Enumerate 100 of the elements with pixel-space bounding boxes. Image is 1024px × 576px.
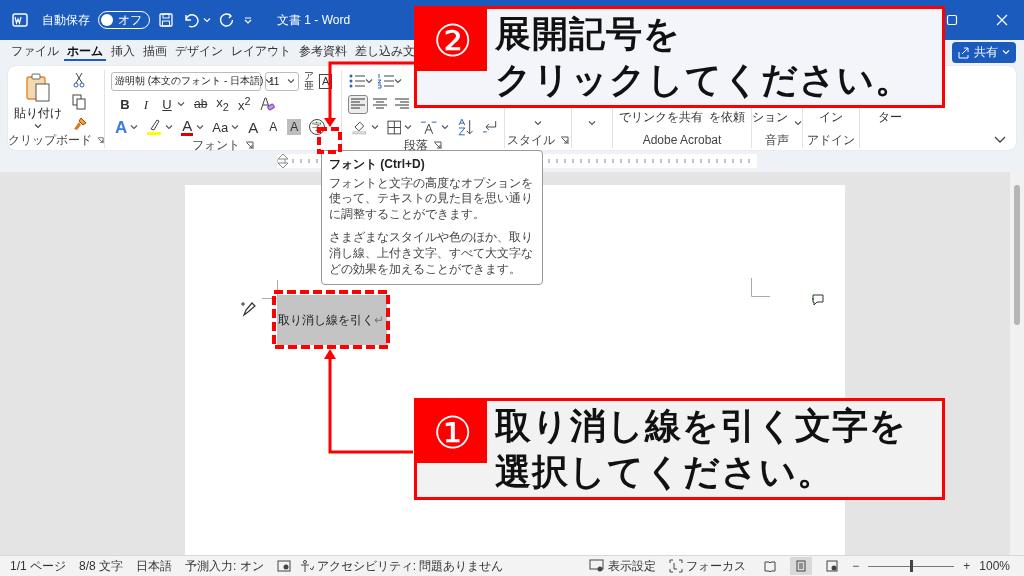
ribbon-button[interactable]: ション [752,109,788,126]
tooltip-text: フォントと文字の高度なオプションを使って、テキストの見た目を思い通りに調整することができます。 [329,175,534,223]
strikethrough-button[interactable]: ab [194,98,208,110]
caret-icon[interactable] [370,124,379,130]
character-spacing-icon[interactable] [420,119,438,135]
caret-icon[interactable] [177,101,185,107]
group-label: フォント [192,136,240,154]
sort-icon[interactable] [456,118,475,136]
ribbon-button[interactable]: ター [878,109,902,126]
shading-icon[interactable] [352,119,368,135]
collapse-ribbon-icon[interactable] [994,136,1006,144]
focus-icon[interactable] [669,559,684,573]
caret-icon[interactable] [130,124,139,130]
dialog-launcher-icon[interactable] [97,135,104,145]
character-shading-button[interactable]: A [287,119,302,135]
ribbon-tab[interactable]: 参考資料 [296,41,350,61]
web-layout-icon[interactable] [826,560,839,572]
selected-text[interactable]: 取り消し線を引く↵ [277,295,387,345]
borders-icon[interactable] [386,119,402,135]
callout-text: 取り消し線を引く文字を [495,404,907,448]
bold-button[interactable]: B [119,97,131,111]
accessibility-status[interactable]: アクセシビリティ: 問題ありません [316,557,504,575]
zoom-in-button[interactable]: + [963,559,971,573]
group-label: クリップボード [8,131,92,149]
ribbon-tab[interactable]: 描画 [140,41,170,61]
close-icon[interactable] [996,14,1008,26]
caret-icon[interactable] [165,124,174,130]
text-effects-button[interactable]: A [115,118,128,136]
dialog-launcher-icon[interactable] [245,140,254,150]
comment-icon[interactable] [811,293,825,307]
caret-icon[interactable] [196,124,205,130]
maximize-icon[interactable] [946,14,958,26]
copy-icon[interactable] [72,94,86,110]
ribbon-button[interactable]: でリンクを共有 [619,109,703,126]
caret-icon[interactable] [534,121,542,126]
callout-text: クリックしてください。 [495,58,912,102]
ribbon-tab[interactable]: レイアウト [228,41,294,61]
focus-mode-label[interactable]: フォーカス [686,557,747,575]
dialog-launcher-icon[interactable] [433,140,442,150]
paragraph-mark-icon[interactable] [482,120,498,134]
caret-icon[interactable] [588,121,596,126]
undo-icon[interactable] [182,12,200,28]
zoom-slider-thumb[interactable] [910,560,914,572]
subscript-button[interactable]: x$_{2}$ [216,95,229,113]
word-logo-icon[interactable] [12,12,28,28]
paste-label[interactable]: 貼り付け [14,105,62,122]
caret-icon[interactable] [404,124,413,130]
display-settings-icon[interactable] [589,559,606,573]
print-layout-icon[interactable] [795,560,808,572]
change-case-button[interactable]: Aa [212,120,229,134]
caret-icon[interactable] [34,124,42,129]
ribbon-button[interactable]: を依頼 [709,109,745,126]
share-button[interactable]: 共有 [952,42,1016,63]
group-label: アドイン [807,131,855,149]
ribbon-tab[interactable]: デザイン [172,41,226,61]
text-prediction-status[interactable]: 予測入力: オン [185,557,264,575]
clear-formatting-icon[interactable] [259,96,276,112]
numbered-list-icon[interactable] [377,73,395,89]
font-color-button[interactable]: A [181,118,194,136]
language-indicator[interactable]: 日本語 [136,557,173,575]
caret-icon[interactable] [231,124,240,130]
customize-toolbar-icon[interactable] [243,15,253,25]
callout-text: 展開記号を [495,12,682,56]
highlighter-icon[interactable] [146,118,163,136]
shrink-font-button[interactable]: A [267,121,280,133]
ribbon-tab[interactable]: ファイル [8,41,62,61]
macro-recording-icon[interactable] [276,560,291,572]
caret-icon[interactable] [394,78,402,84]
caret-icon[interactable] [365,78,373,84]
redo-icon[interactable] [219,12,235,28]
save-icon[interactable] [158,12,174,28]
display-settings-label[interactable]: 表示設定 [608,557,657,575]
font-size-field[interactable]: 11 [265,71,299,91]
superscript-button[interactable]: x$^{2}$ [237,95,251,113]
page-count[interactable]: 1/1 ページ [10,557,66,575]
grow-font-button[interactable]: A [247,119,260,135]
ribbon-tab[interactable]: 差し込み文 [352,41,418,61]
italic-button[interactable]: I [140,97,152,111]
caret-icon[interactable] [440,124,449,130]
character-count[interactable]: 8/8 文字 [79,557,124,575]
accessibility-icon[interactable] [299,559,314,573]
clipboard-icon[interactable] [25,73,51,103]
ribbon-tab[interactable]: 挿入 [108,41,138,61]
ribbon-tab[interactable]: ホーム [64,41,106,61]
ribbon-button[interactable]: イン [819,109,843,126]
step-number: ① [417,401,487,463]
read-mode-icon[interactable] [764,560,777,572]
share-icon[interactable] [958,46,970,59]
scissors-icon[interactable] [72,72,86,88]
underline-button[interactable]: U [161,97,173,111]
zoom-level[interactable]: 100% [979,559,1010,573]
caret-icon[interactable] [794,121,802,126]
scrollbar[interactable] [1010,172,1024,555]
phonetic-guide-button[interactable]: ア亜 [303,71,315,91]
pen-sparkle-icon[interactable] [240,300,258,318]
zoom-out-button[interactable]: − [852,559,860,573]
caret-icon[interactable] [287,78,295,84]
bullet-list-icon[interactable] [348,73,366,89]
dialog-launcher-icon[interactable] [560,135,569,145]
paintbrush-icon[interactable] [72,116,88,132]
